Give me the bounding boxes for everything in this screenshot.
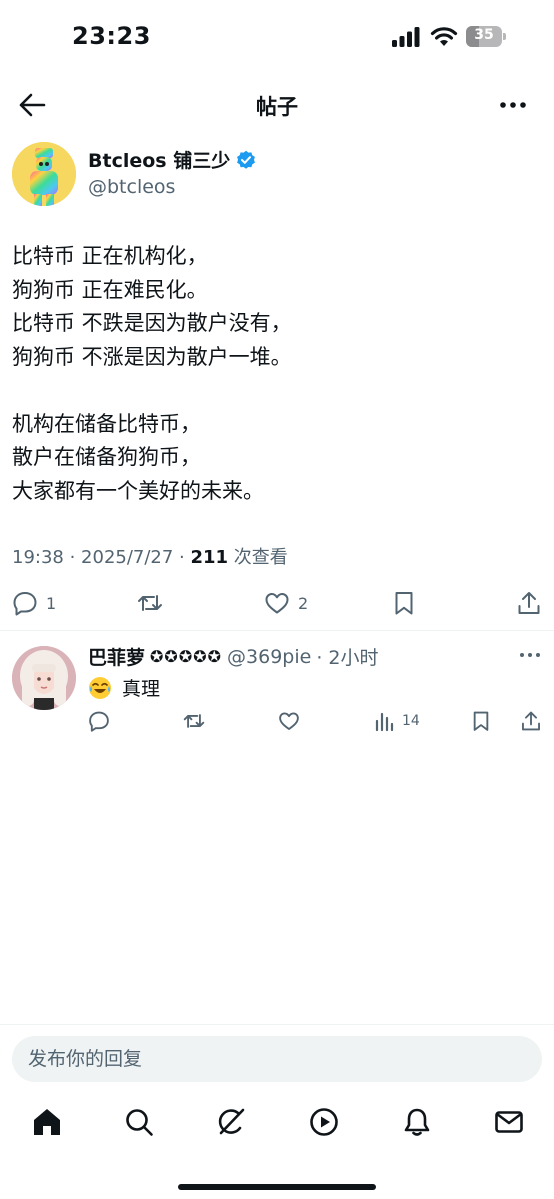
battery-icon: 35 <box>466 26 506 47</box>
reply-share-button[interactable] <box>520 710 542 732</box>
share-icon <box>522 711 540 731</box>
more-horizontal-icon[interactable] <box>498 94 528 116</box>
divider <box>0 630 554 631</box>
bookmark-icon <box>395 592 413 615</box>
reply-icon <box>13 592 37 616</box>
post-text: 比特币 正在机构化， 狗狗币 正在难民化。 比特币 不跌是因为散户没有， 狗狗币… <box>12 244 292 503</box>
reply-badges: ✪✪✪✪✪ <box>150 647 223 666</box>
analytics-icon <box>375 712 394 732</box>
reply-count: 1 <box>46 593 57 613</box>
author-avatar[interactable] <box>12 142 76 206</box>
retweet-button[interactable] <box>137 590 171 616</box>
like-button[interactable]: 2 <box>264 590 308 616</box>
reply-bookmark-button[interactable] <box>470 710 492 732</box>
reply-retweet-button[interactable] <box>183 710 205 732</box>
status-time: 23:23 <box>72 22 151 50</box>
composer-divider <box>0 1024 554 1025</box>
avatar-image <box>12 646 76 710</box>
reply-text-row: 真理 <box>88 674 160 701</box>
verified-badge-icon <box>237 150 256 169</box>
reply-avatar[interactable] <box>12 646 76 710</box>
reply-author-handle[interactable]: @369pie <box>227 646 311 668</box>
author-name: Btcleos 铺三少 <box>88 150 231 172</box>
views-label: 次查看 <box>228 547 288 568</box>
views-count: 211 <box>190 547 229 568</box>
reply-like-button[interactable] <box>278 710 300 732</box>
reply-reply-button[interactable] <box>88 710 110 732</box>
share-button[interactable] <box>516 590 542 616</box>
page-title: 帖子 <box>256 95 298 119</box>
signal-icon <box>392 27 420 47</box>
notifications-icon[interactable] <box>401 1106 433 1138</box>
face-with-tears-of-joy-icon <box>89 676 111 699</box>
video-icon[interactable] <box>308 1106 340 1138</box>
post-meta: 19:38 · 2025/7/27 · 211 次查看 <box>12 543 288 569</box>
author-handle[interactable]: @btcleos <box>88 176 175 198</box>
wifi-icon <box>430 27 458 46</box>
reply-icon <box>89 711 109 732</box>
more-horizontal-icon[interactable] <box>518 646 542 664</box>
battery-label: 35 <box>474 27 494 43</box>
battery-cap <box>503 33 506 40</box>
reply-button[interactable]: 1 <box>12 590 56 616</box>
reply-header: 巴菲萝 ✪✪✪✪✪ @369pie · 2小时 <box>88 643 379 670</box>
author-name-row[interactable]: Btcleos 铺三少 <box>88 146 256 173</box>
home-icon[interactable] <box>31 1106 63 1138</box>
reply-text: 真理 <box>122 678 161 700</box>
battery-body: 35 <box>466 26 502 47</box>
reply-time: · 2小时 <box>316 647 379 669</box>
status-bar: 23:23 35 <box>0 0 554 72</box>
share-icon <box>518 592 540 614</box>
reply-input[interactable] <box>12 1036 542 1082</box>
like-count: 2 <box>298 593 309 613</box>
search-icon[interactable] <box>123 1106 155 1138</box>
grok-icon[interactable] <box>215 1106 247 1138</box>
bookmark-button[interactable] <box>391 590 417 616</box>
bookmark-icon <box>473 711 489 731</box>
retweet-icon <box>183 714 205 728</box>
reply-views-button[interactable]: 14 <box>374 710 420 732</box>
home-indicator <box>178 1184 376 1190</box>
post-time: 19:38 · 2025/7/27 · <box>12 547 191 568</box>
reply-views-count: 14 <box>402 713 420 729</box>
heart-icon <box>265 593 289 614</box>
header: 帖子 <box>0 82 554 128</box>
messages-icon[interactable] <box>493 1106 525 1138</box>
avatar-image <box>12 142 76 206</box>
reply-author-name[interactable]: 巴菲萝 <box>88 643 145 670</box>
retweet-icon <box>138 595 162 611</box>
heart-icon <box>279 712 299 730</box>
